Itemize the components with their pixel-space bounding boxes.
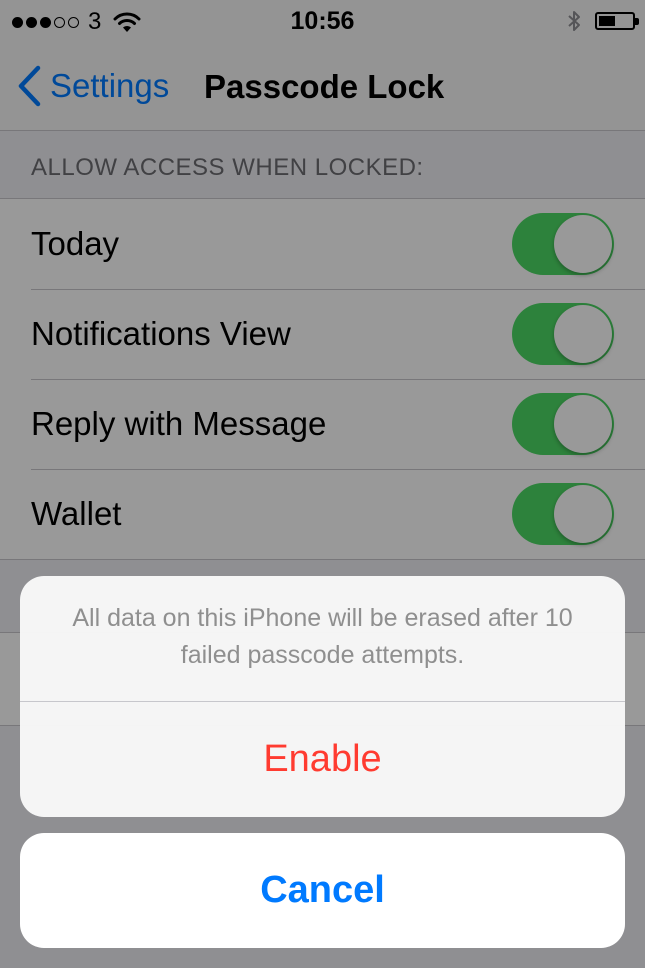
enable-button[interactable]: Enable [20,702,625,817]
cancel-button[interactable]: Cancel [20,833,625,948]
modal-dim-overlay[interactable] [0,0,645,968]
action-sheet: All data on this iPhone will be erased a… [20,576,625,817]
action-sheet-message: All data on this iPhone will be erased a… [72,604,573,669]
